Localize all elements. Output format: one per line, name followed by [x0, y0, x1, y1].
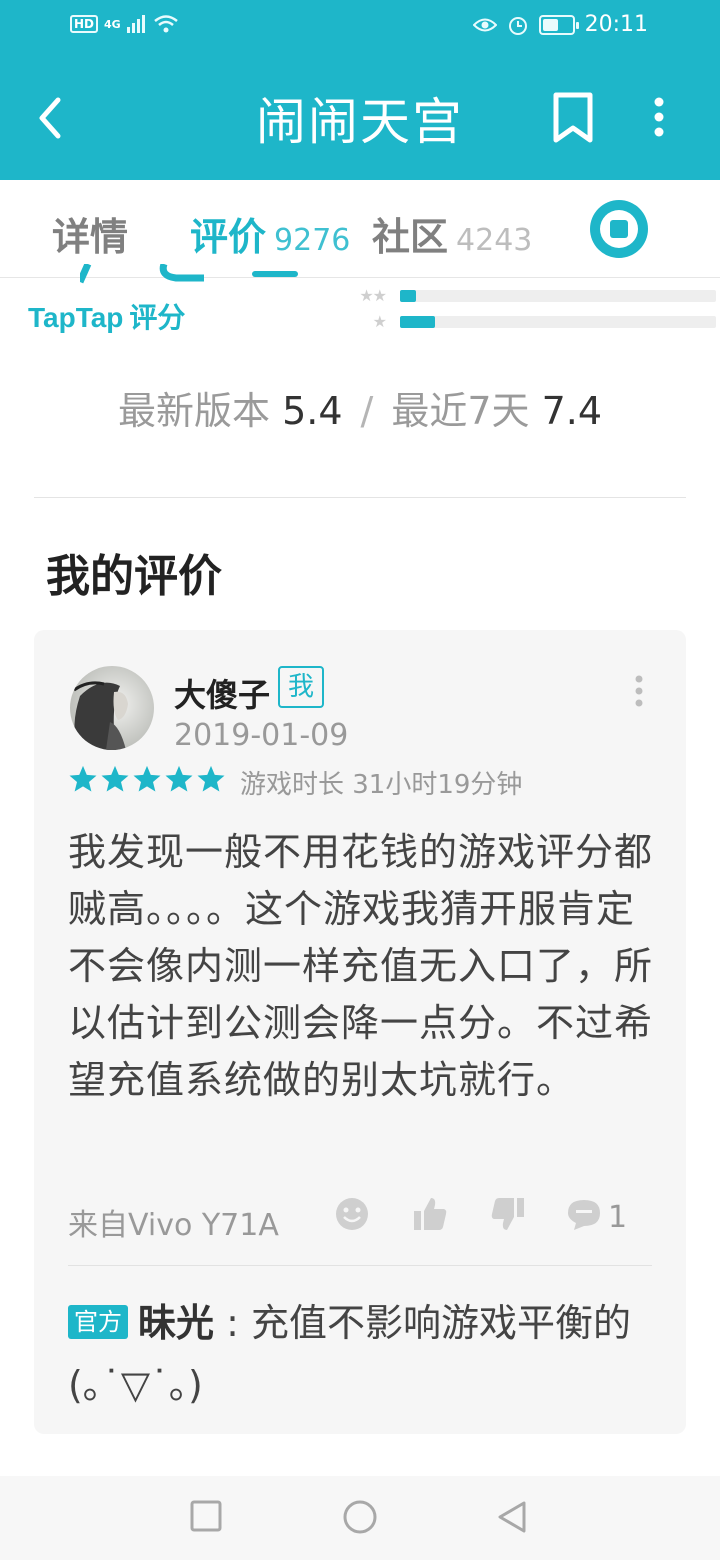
battery-icon — [538, 14, 579, 35]
score-number-fragment — [80, 264, 204, 284]
user-name[interactable]: 大傻子 — [174, 670, 270, 716]
avatar[interactable] — [70, 666, 154, 750]
tab-label: 社区 — [372, 215, 449, 259]
star-label: ★★ — [359, 286, 387, 305]
latest-version-label: 最新版本 — [117, 389, 270, 433]
page-title: 闹闹天宫 — [256, 93, 464, 151]
version-scores: 最新版本 5.4 / 最近7天 7.4 — [0, 380, 720, 435]
tab-label: 详情 — [52, 215, 129, 259]
thumbs-up-icon[interactable] — [412, 1196, 448, 1232]
divider — [34, 497, 686, 498]
brand-name: TapTap — [28, 302, 124, 333]
tab-details[interactable]: 详情 — [52, 206, 128, 261]
tab-community[interactable]: 社区 4243 — [372, 206, 532, 261]
star-icon — [197, 765, 225, 792]
thumbs-down-icon[interactable] — [490, 1196, 526, 1232]
star-icon — [69, 765, 97, 792]
tab-count: 4243 — [456, 223, 533, 258]
alarm-icon — [508, 16, 527, 35]
tab-count: 9276 — [274, 223, 351, 258]
rating-bar-2-star: ★★ — [338, 286, 716, 305]
reply-count: 1 — [608, 1200, 628, 1235]
avatar-image — [70, 666, 154, 750]
active-tab-indicator — [252, 271, 298, 277]
recent-score: 7.4 — [541, 389, 603, 433]
official-reply[interactable]: 官方 昧光 : 充值不影响游戏平衡的(｡˙▽˙｡) — [68, 1292, 652, 1416]
star-rating — [68, 764, 226, 794]
bookmark-icon[interactable] — [548, 92, 598, 144]
clock: 20:11 — [584, 12, 648, 37]
star-icon — [101, 765, 129, 792]
reply-author: 昧光 — [138, 1301, 215, 1345]
rating-bar-1-star: ★ — [338, 312, 716, 331]
official-badge: 官方 — [68, 1305, 128, 1339]
brand-suffix: 评分 — [129, 302, 186, 333]
review-menu-icon[interactable] — [632, 674, 646, 710]
tab-label: 评价 — [190, 215, 267, 259]
status-right: 20:11 — [472, 12, 648, 37]
tab-reviews[interactable]: 评价 9276 — [190, 206, 350, 261]
network-type: 4G — [104, 17, 121, 31]
divider — [68, 1265, 652, 1266]
bar-track — [400, 315, 716, 328]
emoji-icon[interactable] — [334, 1196, 370, 1232]
star-label: ★ — [372, 312, 387, 331]
system-nav-bar — [0, 1476, 720, 1560]
signal-indicators: HD 4G — [70, 14, 179, 34]
me-badge: 我 — [278, 666, 325, 708]
taptap-rating-label: TapTap 评分 — [28, 296, 185, 336]
device-label: 来自Vivo Y71A — [68, 1208, 279, 1243]
playtime: 游戏时长 31小时19分钟 — [240, 770, 523, 800]
status-bar: HD 4G 20:11 — [0, 0, 720, 56]
bar-fill — [400, 289, 416, 302]
hd-badge: HD — [70, 15, 99, 33]
separator: / — [360, 389, 374, 433]
review-text[interactable]: 我发现一般不用花钱的游戏评分都贼高。。。。这个游戏我猜开服肯定不会像内测一样充值… — [68, 824, 658, 1109]
section-title: 我的评价 — [46, 551, 222, 602]
wifi-icon — [153, 15, 178, 33]
more-options-icon[interactable] — [644, 96, 674, 140]
recent-label: 最近7天 — [391, 389, 530, 433]
comment-icon[interactable] — [566, 1196, 602, 1232]
bar-fill — [400, 315, 435, 328]
app-header: HD 4G 20:11 闹闹天宫 — [0, 0, 720, 180]
star-icon — [165, 765, 193, 792]
latest-version-score: 5.4 — [282, 389, 343, 433]
bar-track — [400, 289, 716, 302]
star-icon — [133, 765, 161, 792]
home-icon[interactable] — [342, 1500, 378, 1536]
signal-icon — [126, 15, 145, 33]
my-review-card: 大傻子 我 2019-01-09 游戏时长 31小时19分钟 我发现一般不用花钱… — [34, 630, 686, 1434]
back-nav-icon[interactable] — [496, 1500, 528, 1534]
eye-icon — [472, 18, 497, 31]
floating-action-icon[interactable] — [588, 198, 650, 260]
review-date: 2019-01-09 — [174, 718, 349, 753]
recent-apps-icon[interactable] — [190, 1500, 222, 1532]
